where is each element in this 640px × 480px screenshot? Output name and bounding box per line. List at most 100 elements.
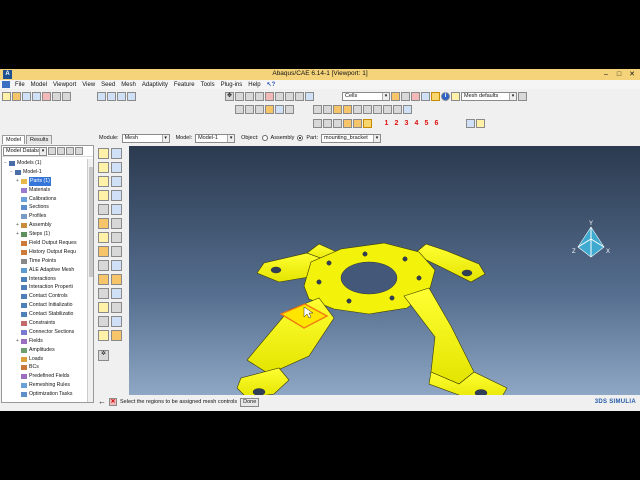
select-from-viewport-icon[interactable] — [391, 92, 400, 101]
tree-node[interactable]: Amplitudes — [2, 346, 86, 355]
display-group-icon-2[interactable] — [323, 105, 332, 114]
perspective-icon[interactable] — [295, 92, 304, 101]
tree-node[interactable]: ALE Adaptive Mesh — [2, 266, 86, 275]
menu-plugins[interactable]: Plug-ins — [218, 82, 246, 88]
tool-extra-icon-1[interactable] — [111, 245, 122, 257]
tree-scrollbar[interactable] — [87, 159, 93, 402]
display-group-icon-6[interactable] — [363, 105, 372, 114]
magnify-icon[interactable] — [245, 92, 254, 101]
tree-expand-icon[interactable] — [57, 147, 65, 155]
tool-extra-icon-11[interactable] — [111, 315, 122, 327]
layout-icon[interactable] — [52, 92, 61, 101]
select-mode-icon[interactable] — [431, 92, 440, 101]
tree-node[interactable]: History Output Requ — [2, 248, 86, 257]
tile-icon[interactable] — [107, 92, 116, 101]
view-number-3[interactable]: 3 — [402, 119, 411, 128]
display-group-icon-4[interactable] — [343, 105, 352, 114]
viewport[interactable]: Y Z X Y X Z — [129, 146, 640, 395]
query-mesh-icon[interactable] — [111, 217, 122, 229]
mesh-stats-icon[interactable] — [111, 231, 122, 243]
tree-filter-icon[interactable] — [48, 147, 56, 155]
maximize-button[interactable]: □ — [613, 70, 625, 79]
edit-mesh-icon[interactable] — [98, 231, 109, 243]
rotation-center-icon[interactable] — [305, 92, 314, 101]
tool-extra-icon-2[interactable] — [98, 259, 109, 271]
display-group-icon-9[interactable] — [393, 105, 402, 114]
create-set-icon[interactable] — [98, 245, 109, 257]
tree-node[interactable]: + Fields — [2, 337, 86, 346]
selection-filter-combo[interactable]: Cells ▾ — [342, 92, 390, 101]
minimize-button[interactable]: – — [600, 70, 612, 79]
tool-icon-5[interactable] — [353, 119, 362, 128]
auto-fit-icon[interactable] — [265, 92, 274, 101]
verify-mesh-icon[interactable] — [98, 217, 109, 229]
shaded-icon[interactable] — [265, 105, 274, 114]
tool-icon-3[interactable] — [333, 119, 342, 128]
tree-node[interactable]: BCs — [2, 363, 86, 372]
tool-extra-icon-9[interactable] — [111, 301, 122, 313]
mounting-bracket-part[interactable]: Y Z X Y X Z — [129, 146, 640, 395]
view-number-2[interactable]: 2 — [392, 119, 401, 128]
wireframe-icon[interactable] — [245, 105, 254, 114]
part-radio[interactable] — [297, 135, 304, 141]
tree-node[interactable]: Connector Sections — [2, 328, 86, 337]
seed-part-icon[interactable] — [98, 147, 109, 159]
tree-options-icon[interactable] — [75, 147, 83, 155]
display-group-icon-7[interactable] — [373, 105, 382, 114]
tree-node[interactable]: + Parts (1) — [2, 176, 86, 186]
tab-model[interactable]: Model — [2, 135, 25, 144]
viewport-grid-icon[interactable] — [97, 92, 106, 101]
display-group-icon-8[interactable] — [383, 105, 392, 114]
zoom-box-icon[interactable] — [255, 92, 264, 101]
display-group-icon-5[interactable] — [353, 105, 362, 114]
help-arrow-icon[interactable]: ↖? — [264, 81, 279, 88]
display-group-icon-10[interactable] — [403, 105, 412, 114]
display-group-icon-1[interactable] — [313, 105, 322, 114]
cycle-views-icon[interactable] — [275, 92, 284, 101]
seed-edges-icon[interactable] — [111, 147, 122, 159]
select-circle-icon[interactable] — [421, 92, 430, 101]
tool-icon-6[interactable] — [363, 119, 372, 128]
tool-extra-icon-8[interactable] — [98, 301, 109, 313]
tree-node[interactable]: Field Output Reques — [2, 239, 86, 248]
undo-icon[interactable] — [62, 92, 71, 101]
mesh-defaults-combo[interactable]: Mesh defaults ▾ — [461, 92, 517, 101]
tree-node[interactable]: Interactions — [2, 275, 86, 284]
color-code-icon[interactable] — [466, 119, 475, 128]
mesh-region-icon[interactable] — [111, 175, 122, 187]
display-group-icon-3[interactable] — [333, 105, 342, 114]
assign-element-type-icon[interactable] — [111, 161, 122, 173]
shaded-edges-icon[interactable] — [275, 105, 284, 114]
tree-node[interactable]: Profiles — [2, 212, 86, 221]
tool-extra-icon-10[interactable] — [98, 315, 109, 327]
tree-node[interactable]: − Model-1 — [2, 168, 86, 177]
tree-node[interactable]: Interaction Properti — [2, 283, 86, 292]
new-file-icon[interactable] — [2, 92, 11, 101]
tree-node[interactable]: + Assembly — [2, 221, 86, 230]
menu-tools[interactable]: Tools — [198, 82, 218, 88]
tree-node[interactable]: Contact Controls — [2, 292, 86, 301]
tree-scroll-thumb[interactable] — [89, 167, 93, 277]
record-icon[interactable] — [42, 92, 51, 101]
assembly-radio[interactable] — [261, 135, 268, 141]
menu-feature[interactable]: Feature — [171, 82, 198, 88]
tree-view-combo[interactable]: Model Databa ▾ — [3, 146, 47, 156]
tree-node[interactable]: Contact Stabilizatio — [2, 310, 86, 319]
menu-view[interactable]: View — [79, 82, 98, 88]
cascade-icon[interactable] — [117, 92, 126, 101]
cancel-x-icon[interactable]: ✕ — [109, 398, 117, 406]
module-combo[interactable]: Mesh ▾ — [121, 133, 170, 143]
window-menu-icon[interactable] — [2, 81, 10, 88]
menu-seed[interactable]: Seed — [98, 82, 118, 88]
grid-display-icon[interactable] — [476, 119, 485, 128]
menu-viewport[interactable]: Viewport — [50, 82, 79, 88]
close-button[interactable]: ✕ — [626, 70, 638, 79]
tree-node[interactable]: Time Points — [2, 257, 86, 266]
mesh-defaults-icon[interactable] — [451, 92, 460, 101]
gear-icon[interactable]: ✲ — [98, 349, 109, 361]
view-number-1[interactable]: 1 — [382, 119, 391, 128]
rotate-icon[interactable] — [235, 92, 244, 101]
hidden-line-icon[interactable] — [255, 105, 264, 114]
tree-node[interactable]: Optimization Tasks — [2, 390, 86, 399]
delete-seed-icon[interactable] — [111, 189, 122, 201]
